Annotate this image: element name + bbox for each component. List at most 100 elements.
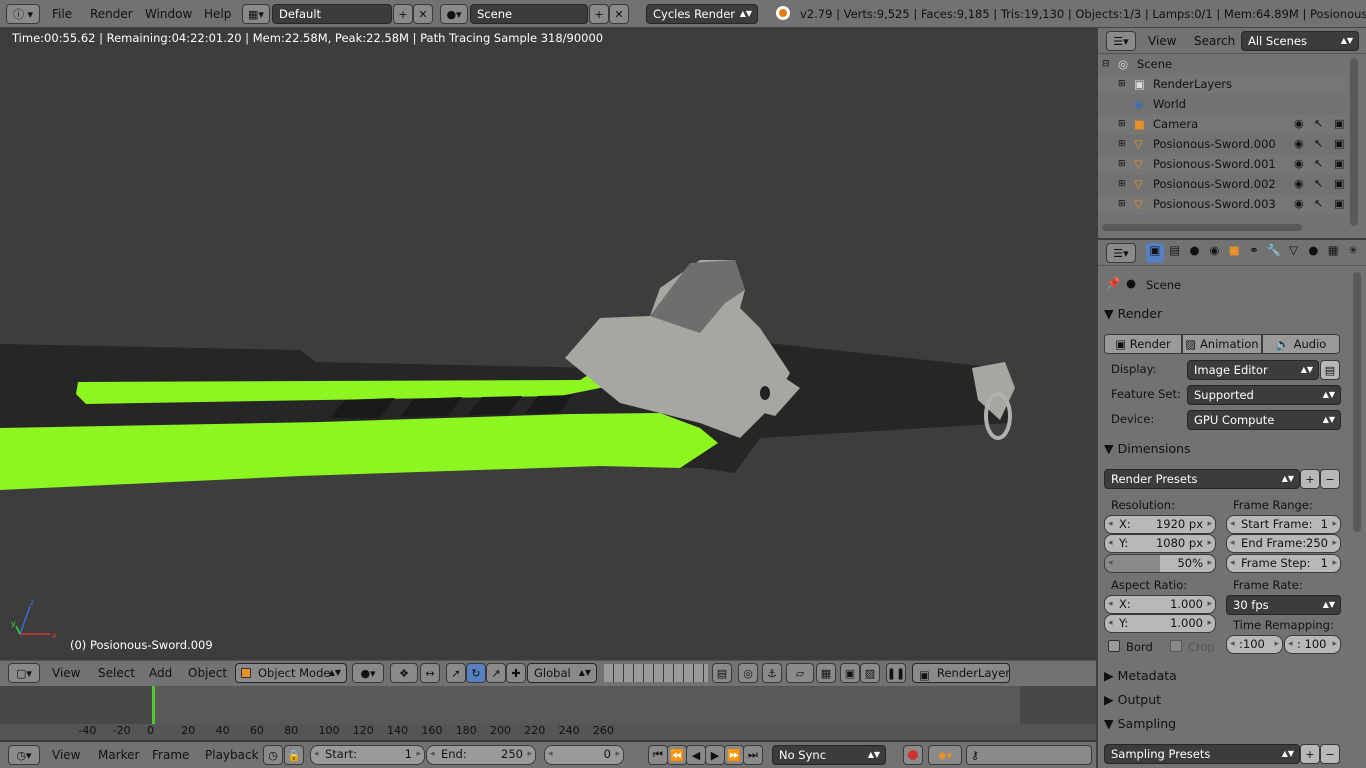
- render-button[interactable]: ▣ Render: [1104, 334, 1182, 354]
- audio-button[interactable]: 🔈 Audio: [1262, 334, 1340, 354]
- metadata-panel-header[interactable]: ▶ Metadata: [1104, 665, 1344, 687]
- 3d-viewport[interactable]: Time:00:55.62 | Remaining:04:22:01.20 | …: [0, 28, 1096, 686]
- border-checkbox[interactable]: [1108, 640, 1120, 652]
- menu-window[interactable]: Window: [145, 4, 192, 24]
- menu-render[interactable]: Render: [90, 4, 133, 24]
- next-keyframe-icon[interactable]: ⏩: [724, 745, 744, 765]
- jump-end-icon[interactable]: ⏭: [743, 745, 763, 765]
- orientation-selector[interactable]: Global ▲▼: [527, 663, 597, 683]
- feature-set-selector[interactable]: Supported ▲▼: [1187, 385, 1341, 405]
- render-icon[interactable]: ▣: [1334, 114, 1344, 134]
- mode-selector[interactable]: Object Mode ▲▼: [235, 663, 347, 683]
- eye-icon[interactable]: ◉: [1294, 134, 1304, 154]
- object-tab-icon[interactable]: ■: [1225, 243, 1243, 263]
- remap-new-field[interactable]: : 100: [1284, 635, 1341, 654]
- cursor-icon[interactable]: ↖: [1314, 194, 1323, 214]
- render-tab-icon[interactable]: ▣: [1146, 243, 1164, 263]
- translate-icon[interactable]: ➚: [446, 663, 466, 683]
- collapse-icon[interactable]: ⊟: [1102, 54, 1110, 74]
- layout-selector[interactable]: Default: [272, 4, 392, 24]
- render-icon[interactable]: ▣: [1334, 194, 1344, 214]
- snap-align-icon[interactable]: ▦: [816, 663, 836, 683]
- snap-target-icon[interactable]: ▱: [786, 663, 814, 683]
- add-scene-icon[interactable]: +: [589, 4, 609, 24]
- end-frame-prop[interactable]: End Frame:250: [1226, 534, 1341, 553]
- menu-file[interactable]: File: [52, 4, 72, 24]
- current-frame-marker[interactable]: [152, 686, 155, 724]
- eye-icon[interactable]: ◉: [1294, 194, 1304, 214]
- res-y-field[interactable]: Y: 1080 px: [1104, 534, 1216, 553]
- outliner-row[interactable]: ⊞ ■ Camera ◉ ↖ ▣: [1098, 114, 1348, 134]
- outliner-row[interactable]: ◉ World: [1098, 94, 1348, 114]
- keying-set-icon[interactable]: ◆▾: [928, 745, 962, 765]
- menu-object[interactable]: Object: [188, 663, 227, 683]
- outliner-row[interactable]: ⊞ ▽ Posionous-Sword.002 ◉ ↖ ▣: [1098, 174, 1348, 194]
- menu-add[interactable]: Add: [149, 663, 172, 683]
- render-presets-selector[interactable]: Render Presets ▲▼: [1104, 469, 1300, 489]
- remove-layout-icon[interactable]: ✕: [413, 4, 433, 24]
- tl-menu-frame[interactable]: Frame: [152, 745, 189, 765]
- outliner-scrollbar[interactable]: [1350, 58, 1358, 226]
- outliner-filter[interactable]: All Scenes ▲▼: [1241, 31, 1359, 51]
- eye-icon[interactable]: ◉: [1294, 174, 1304, 194]
- start-frame-prop[interactable]: Start Frame: 1: [1226, 515, 1341, 534]
- render-layer-selector[interactable]: ▣ RenderLayer: [912, 663, 1010, 683]
- outliner-menu-search[interactable]: Search: [1194, 31, 1235, 51]
- cursor-icon[interactable]: ↖: [1314, 154, 1323, 174]
- sampling-panel-header[interactable]: ▼ Sampling: [1104, 713, 1344, 735]
- outliner-menu-view[interactable]: View: [1148, 31, 1176, 51]
- aspect-x-field[interactable]: X: 1.000: [1104, 595, 1216, 614]
- outliner-row[interactable]: ⊞ ▽ Posionous-Sword.001 ◉ ↖ ▣: [1098, 154, 1348, 174]
- world-tab-icon[interactable]: ◉: [1205, 243, 1223, 263]
- remove-preset-icon[interactable]: −: [1320, 469, 1340, 489]
- record-icon[interactable]: [903, 745, 923, 765]
- expand-icon[interactable]: ⊞: [1118, 194, 1126, 214]
- tl-menu-marker[interactable]: Marker: [98, 745, 139, 765]
- render-engine-selector[interactable]: Cycles Render ▲▼: [646, 4, 758, 24]
- add-sampling-preset-icon[interactable]: +: [1300, 744, 1320, 764]
- constraints-tab-icon[interactable]: ⚭: [1245, 243, 1263, 263]
- sampling-presets-selector[interactable]: Sampling Presets ▲▼: [1104, 744, 1300, 764]
- start-frame-field[interactable]: Start: 1: [310, 745, 425, 765]
- play-icon[interactable]: ▶: [705, 745, 725, 765]
- end-frame-field[interactable]: End: 250: [426, 745, 536, 765]
- particles-tab-icon[interactable]: ✳: [1344, 243, 1362, 263]
- context-tabs[interactable]: ▣ ▤ ● ◉ ■ ⚭ 🔧 ▽ ● ▦ ✳: [1146, 243, 1362, 263]
- res-percent-slider[interactable]: 50%: [1104, 554, 1216, 573]
- play-reverse-icon[interactable]: ◀: [686, 745, 706, 765]
- outliner-row[interactable]: ⊞ ▽ Posionous-Sword.000 ◉ ↖ ▣: [1098, 134, 1348, 154]
- outliner-row[interactable]: ⊞ ▽ Posionous-Sword.003 ◉ ↖ ▣: [1098, 194, 1348, 214]
- info-editor-icon[interactable]: ⓘ ▾: [6, 4, 40, 24]
- frame-rate-selector[interactable]: 30 fps ▲▼: [1226, 595, 1341, 615]
- expand-icon[interactable]: ⊞: [1118, 174, 1126, 194]
- device-selector[interactable]: GPU Compute ▲▼: [1187, 410, 1341, 430]
- editor-type-icon[interactable]: ▢▾: [8, 663, 40, 683]
- dimensions-panel-header[interactable]: ▼ Dimensions: [1104, 438, 1344, 460]
- outliner-hscrollbar[interactable]: [1102, 224, 1302, 231]
- render-icon[interactable]: ▣: [1334, 154, 1344, 174]
- pin-icon[interactable]: 📌: [1106, 276, 1120, 290]
- clock-editor-icon[interactable]: ◷▾: [8, 745, 40, 765]
- frame-step-prop[interactable]: Frame Step: 1: [1226, 554, 1341, 573]
- menu-select[interactable]: Select: [98, 663, 135, 683]
- scene-icon[interactable]: ●▾: [440, 4, 468, 24]
- properties-type-icon[interactable]: ☰▾: [1106, 243, 1136, 263]
- menu-help[interactable]: Help: [204, 4, 231, 24]
- modifiers-tab-icon[interactable]: 🔧: [1265, 243, 1283, 263]
- menu-view[interactable]: View: [52, 663, 80, 683]
- cursor-icon[interactable]: ↖: [1314, 174, 1323, 194]
- cursor-icon[interactable]: ↖: [1314, 134, 1323, 154]
- remove-scene-icon[interactable]: ✕: [609, 4, 629, 24]
- render-icon[interactable]: ▣: [1334, 134, 1344, 154]
- animation-button[interactable]: ▨ Animation: [1182, 334, 1262, 354]
- display-selector[interactable]: Image Editor ▲▼: [1187, 360, 1319, 380]
- rotate-icon[interactable]: ↻: [466, 663, 486, 683]
- sync-selector[interactable]: No Sync ▲▼: [772, 745, 886, 765]
- lock-layers-icon[interactable]: ▤: [712, 663, 732, 683]
- scene-tab-icon[interactable]: ●: [1186, 243, 1204, 263]
- jump-start-icon[interactable]: ⏮: [648, 745, 668, 765]
- timeline[interactable]: -40 -20 0 20 40 60 80 100 120 140 160 180 200 220 240 2…: [0, 686, 1096, 740]
- add-layout-icon[interactable]: +: [393, 4, 413, 24]
- pivot-icon[interactable]: ❖: [390, 663, 418, 683]
- tl-menu-playback[interactable]: Playback: [205, 745, 259, 765]
